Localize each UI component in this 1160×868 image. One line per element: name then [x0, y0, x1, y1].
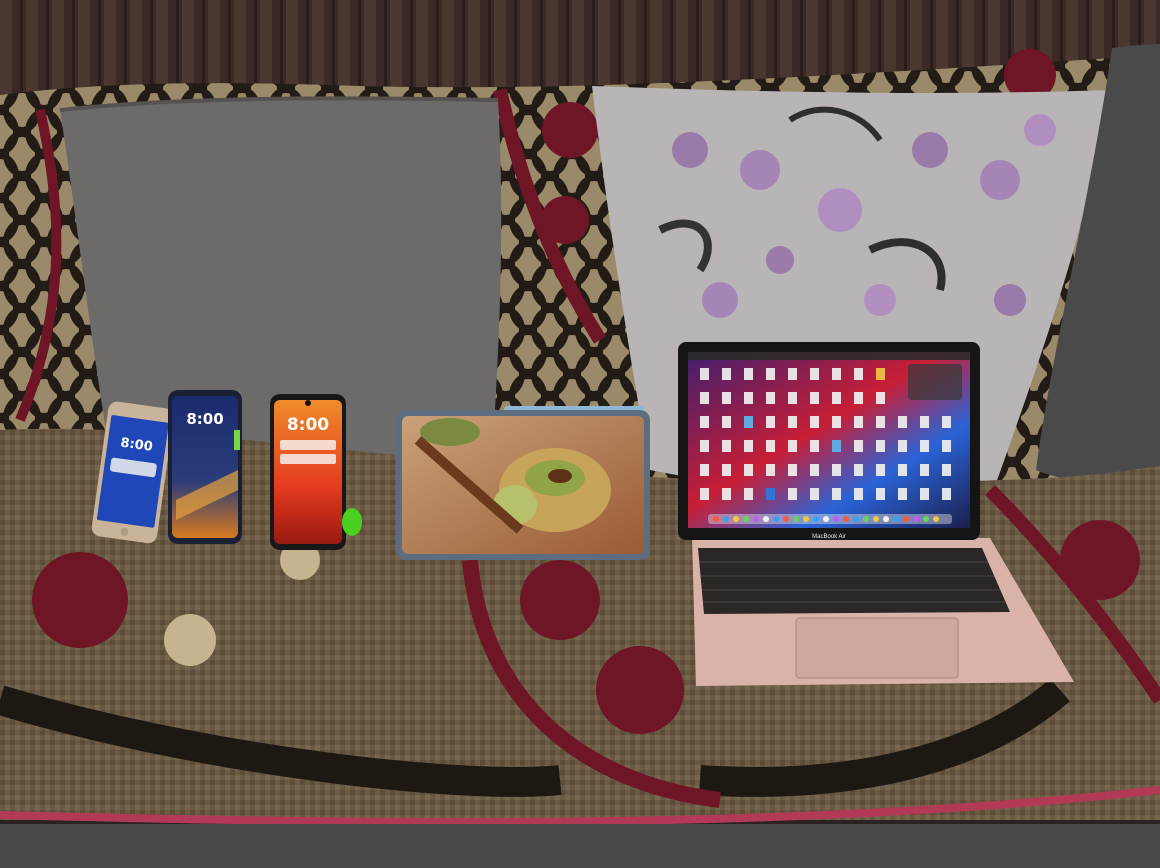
menu-bar — [688, 352, 970, 360]
camera-icon — [305, 400, 311, 406]
laptop-brand-label: MacBook Air — [812, 534, 846, 540]
seat-maroon-flower — [520, 560, 600, 640]
matcha-bowl — [420, 418, 480, 446]
phone-middle-accent — [234, 430, 240, 450]
tablet — [396, 406, 650, 560]
photo-scene: 8:00 8:00 8:00 MacBook Air — [0, 0, 1160, 868]
sofa-base — [0, 824, 1160, 868]
seat-cream-flower — [164, 614, 216, 666]
seat-maroon-flower — [32, 552, 128, 648]
laptop-keyboard — [698, 548, 1010, 614]
green-phone-stand — [342, 508, 362, 536]
seat-maroon-flower — [1060, 520, 1140, 600]
scene-svg: 8:00 8:00 8:00 MacBook Air — [0, 0, 1160, 868]
dock-icons — [713, 516, 939, 522]
phone-right-time: 8:00 — [287, 415, 329, 435]
phone-middle-time: 8:00 — [186, 410, 223, 428]
laptop-trackpad — [795, 617, 959, 679]
phone-right: 8:00 — [270, 394, 346, 550]
maroon-flower — [542, 102, 598, 158]
phone-middle: 8:00 — [168, 390, 242, 544]
maroon-flower — [541, 196, 589, 244]
seat-maroon-flower — [596, 646, 684, 734]
notification-panel — [908, 364, 962, 400]
